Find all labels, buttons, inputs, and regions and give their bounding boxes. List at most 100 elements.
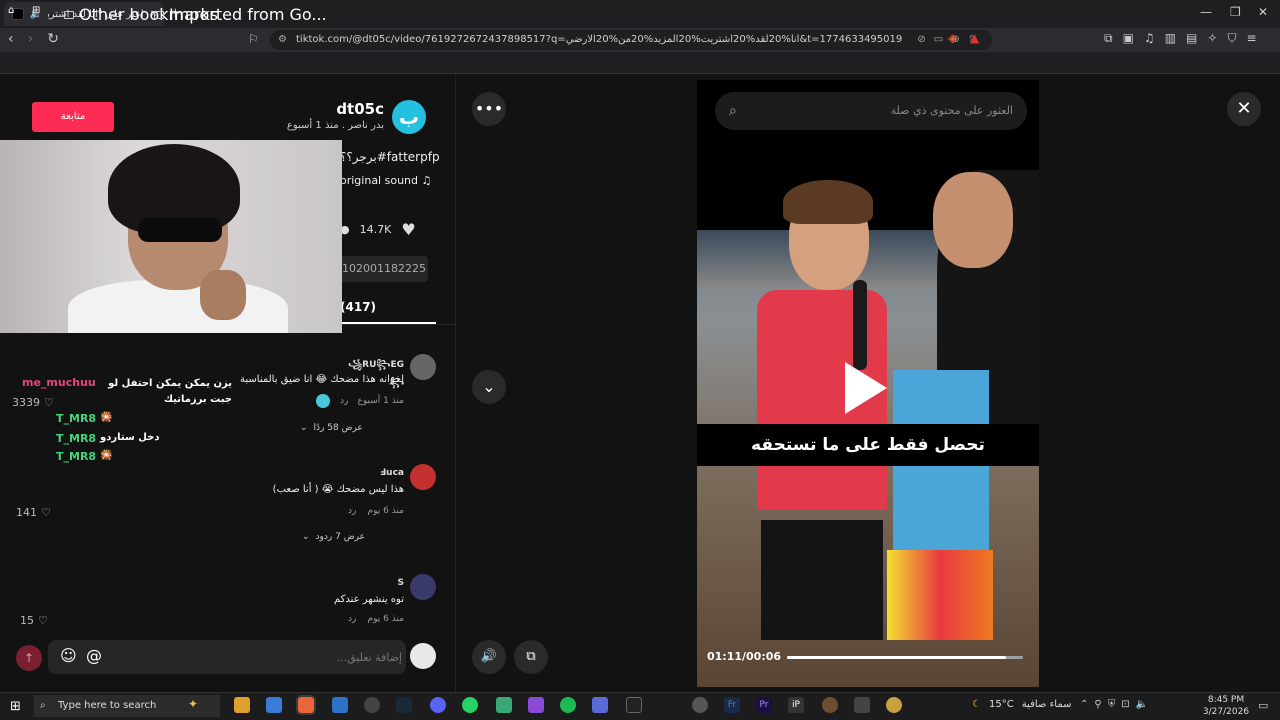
fresco-icon[interactable]: Fr <box>724 697 740 713</box>
related-search-box[interactable]: ⌕ العثور على محتوى ذي صلة <box>715 92 1027 130</box>
more-options-button[interactable]: ••• <box>472 92 506 126</box>
copy-link-field[interactable]: 102001182225 <box>336 256 428 282</box>
url-text: tiktok.com/@dt05c/video/7619272672437898… <box>296 34 903 45</box>
app9-icon[interactable] <box>886 697 902 713</box>
menu-icon[interactable]: ≡ <box>1246 31 1256 46</box>
reply-link[interactable]: رد <box>348 614 356 624</box>
comment-input[interactable] <box>118 646 402 668</box>
rewards-icon[interactable]: ▲ <box>970 31 979 45</box>
commenter-name[interactable]: Ⅎuca <box>340 468 404 478</box>
app8-icon[interactable] <box>854 697 870 713</box>
spotify-icon[interactable] <box>560 697 576 713</box>
reply-link[interactable]: رد <box>340 396 348 406</box>
sidebar-icon[interactable]: ▥ <box>1165 31 1176 46</box>
close-icon[interactable]: ✕ <box>1227 92 1261 126</box>
nav-buttons: ‹ › ↻ <box>8 31 59 47</box>
view-replies[interactable]: ⌄ عرض 7 ردود <box>302 532 365 542</box>
apps-icon[interactable]: ⌂ <box>8 5 14 16</box>
forward-icon[interactable]: › <box>28 31 34 47</box>
video-subtitle: تحصل فقط على ما تستحقه <box>697 424 1039 466</box>
post-sound[interactable]: original sound ♫ <box>340 174 431 187</box>
comment-likes[interactable]: 3339 ♡ <box>12 396 54 409</box>
weather-widget[interactable]: ☾ 15°C سماء صافية <box>972 699 1071 710</box>
follow-button[interactable]: متابعة <box>32 102 114 132</box>
extensions-icon[interactable]: ⧉ <box>1104 31 1113 46</box>
outlook-icon[interactable] <box>332 697 348 713</box>
discord-icon[interactable] <box>430 697 446 713</box>
wallet-icon[interactable]: ▤ <box>1186 31 1197 46</box>
file-explorer-icon[interactable] <box>234 697 250 713</box>
comment-likes[interactable]: 141 ♡ <box>16 506 51 519</box>
miniplayer-button[interactable]: ⧉ <box>514 640 548 674</box>
commenter-avatar[interactable] <box>410 354 436 380</box>
next-video-button[interactable]: ⌄ <box>472 370 506 404</box>
steam-icon[interactable] <box>396 697 412 713</box>
emoji-icon[interactable]: ☺ <box>60 646 77 665</box>
progress-fill <box>787 656 1007 659</box>
taskbar-clock[interactable]: 8:45 PM 3/27/2026 <box>1198 694 1254 718</box>
clock-date: 3/27/2026 <box>1202 707 1250 717</box>
likes-count: 3339 <box>12 396 40 409</box>
progress-bar[interactable] <box>787 656 1023 659</box>
app-icon[interactable] <box>364 697 380 713</box>
brave-shield-icon[interactable]: ◈ <box>948 31 957 45</box>
terminal-icon[interactable] <box>626 697 642 713</box>
moon-icon: ☾ <box>972 699 981 710</box>
volume-button[interactable]: 🔊 <box>472 640 506 674</box>
minimize-button[interactable]: — <box>1200 5 1212 19</box>
media-icon[interactable]: ▣ <box>1123 31 1134 46</box>
store-icon[interactable] <box>266 697 282 713</box>
comment-likes[interactable]: 15 ♡ <box>20 614 48 627</box>
play-icon[interactable] <box>845 362 887 414</box>
system-tray-icons[interactable]: ⌃⚲⛨⊡🔈 <box>1080 699 1154 710</box>
comments-tab[interactable]: (417) <box>340 300 376 314</box>
address-bar[interactable]: ⚙ tiktok.com/@dt05c/video/76192726724378… <box>270 30 992 50</box>
app4-icon[interactable] <box>592 697 608 713</box>
video-player[interactable]: ⌕ العثور على محتوى ذي صلة تحصل فقط على م… <box>697 80 1039 687</box>
app3-icon[interactable] <box>528 697 544 713</box>
notification-icon[interactable]: ▭ <box>1258 699 1268 712</box>
author-username[interactable]: dt05c <box>300 100 384 118</box>
windows-start-icon[interactable]: ⊞ <box>10 699 21 714</box>
app2-icon[interactable] <box>496 697 512 713</box>
close-window-button[interactable]: ✕ <box>1258 5 1268 19</box>
chat-username: T_MR8 <box>56 450 97 463</box>
chat-message: 🎇 <box>100 412 113 423</box>
site-info-icon[interactable]: ⚙ <box>278 30 287 50</box>
bookmark-icon[interactable]: ⚐ <box>248 32 259 46</box>
chat-message: دخل ستاردو <box>100 432 160 443</box>
premiere-icon[interactable]: Pr <box>756 697 772 713</box>
likes-count: 15 <box>20 614 34 627</box>
search-icon: ⌕ <box>40 700 46 711</box>
heart-icon[interactable]: ♥ <box>401 220 415 239</box>
comment-text: إخوانه هذا مضحك 😂 انا ضيق بالمناسبة <box>240 374 404 385</box>
leo-icon[interactable]: ✧ <box>1207 31 1217 46</box>
send-comment-button[interactable]: ↑ <box>16 645 42 671</box>
restore-button[interactable]: ❐ <box>1230 5 1241 19</box>
my-avatar[interactable] <box>410 643 436 669</box>
app5-icon[interactable] <box>692 697 708 713</box>
comment-time: منذ 1 أسبوع <box>357 396 405 406</box>
bookmark-imported[interactable]: Imported from Go... <box>154 5 327 24</box>
chat-message: يزن يمكن يمكن احتفل لو جبت برزماتيك <box>108 378 232 405</box>
post-meta: بدر ناصر . منذ 1 أسبوع <box>286 120 384 131</box>
vpn-icon[interactable]: ⛉ <box>1227 31 1236 46</box>
extensions-toolbar: ⧉ ▣ ♫ ▥ ▤ ✧ ⛉ ≡ <box>1104 31 1257 46</box>
music-icon[interactable]: ♫ <box>1144 31 1155 46</box>
reply-link[interactable]: رد <box>348 506 356 516</box>
whatsapp-icon[interactable] <box>462 697 478 713</box>
author-avatar[interactable]: ب <box>392 100 426 134</box>
mention-icon[interactable]: @ <box>86 646 102 665</box>
view-replies[interactable]: ⌄ عرض 58 ردًا <box>300 423 363 433</box>
app6-icon[interactable]: iP <box>788 697 804 713</box>
commenter-avatar[interactable] <box>410 574 436 600</box>
brave-icon[interactable] <box>296 695 316 715</box>
reload-icon[interactable]: ↻ <box>47 31 59 47</box>
commenter-name[interactable]: S <box>340 578 404 588</box>
grid-icon[interactable]: ⊞ <box>32 5 40 16</box>
commenter-avatar[interactable] <box>410 464 436 490</box>
sparkle-icon: ✦ <box>188 697 199 711</box>
back-icon[interactable]: ‹ <box>8 31 14 47</box>
search-placeholder: العثور على محتوى ذي صلة <box>890 104 1013 117</box>
app7-icon[interactable] <box>822 697 838 713</box>
